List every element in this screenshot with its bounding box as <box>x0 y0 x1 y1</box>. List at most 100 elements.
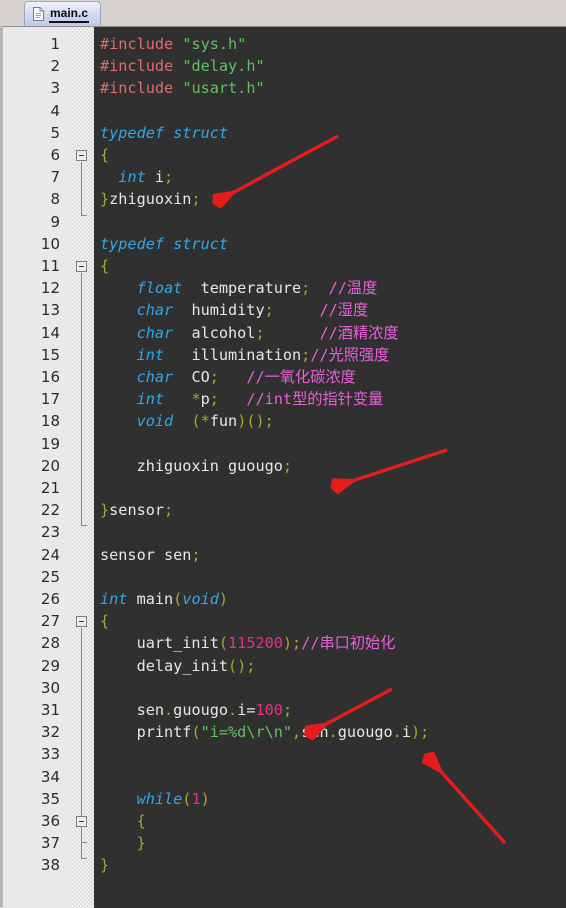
code-folding-column[interactable] <box>72 27 94 908</box>
line-number: 33 <box>40 745 60 764</box>
code-token: //酒精浓度 <box>319 323 399 342</box>
line-number: 28 <box>40 634 60 653</box>
code-line[interactable]: int i; <box>100 166 173 188</box>
code-line[interactable]: { <box>100 144 109 166</box>
code-token: } <box>100 190 110 209</box>
tab-main-c[interactable]: main.c <box>24 1 102 26</box>
code-line[interactable]: uart_init(115200);//串口初始化 <box>100 632 396 654</box>
fold-toggle-struct-zhiguoxin[interactable] <box>76 150 87 161</box>
code-line[interactable]: typedef struct <box>100 122 228 144</box>
fold-toggle-while-block[interactable] <box>76 816 87 827</box>
code-line[interactable]: char alcohol; //酒精浓度 <box>100 322 399 344</box>
code-line[interactable]: int main(void) <box>100 588 228 610</box>
line-number: 5 <box>50 123 60 142</box>
code-token: void <box>136 412 174 431</box>
tab-main-c-label: main.c <box>49 6 90 23</box>
code-token: CO <box>173 368 210 386</box>
code-line[interactable]: printf("i=%d\r\n",sen.guougo.i); <box>100 721 430 743</box>
code-line[interactable]: float temperature; //温度 <box>100 277 378 299</box>
line-number-gutter: 1 2 3 4 5 6 7 8 9 10 11 12 13 14 15 16 17 18 19 20 21 22 23 24 2… <box>0 27 72 908</box>
code-token: ; <box>255 323 265 342</box>
code-line[interactable]: void (*fun)(); <box>100 410 274 432</box>
code-line[interactable]: int illumination;//光照强度 <box>100 344 390 366</box>
code-token: ( <box>218 634 229 653</box>
code-token: //一氧化碳浓度 <box>246 368 356 386</box>
line-number: 24 <box>40 545 60 564</box>
code-line[interactable]: { <box>100 610 109 632</box>
code-line[interactable]: char humidity; //湿度 <box>100 299 369 321</box>
line-number: 31 <box>40 701 60 719</box>
code-token: zhiguoxin guougo <box>100 456 283 475</box>
code-line[interactable]: { <box>100 255 109 277</box>
code-token: zhiguoxin <box>109 190 192 209</box>
code-token: { <box>100 257 110 275</box>
fold-connector-line <box>81 273 82 526</box>
code-token: . <box>328 723 338 742</box>
code-token: #include <box>100 79 174 98</box>
code-token: ; <box>282 701 293 719</box>
code-token: "delay.h" <box>182 57 265 76</box>
code-token: 100 <box>255 701 283 719</box>
fold-toggle-main[interactable] <box>76 616 87 628</box>
code-token: ; <box>191 545 201 564</box>
code-token: . <box>392 723 402 742</box>
code-token: 115200 <box>228 634 283 653</box>
fold-end-marker <box>81 214 87 216</box>
code-text-area[interactable]: #include "sys.h" #include "delay.h" #inclu… <box>94 27 566 908</box>
code-line[interactable]: sen.guougo.i=100; <box>100 699 293 721</box>
code-line[interactable]: char CO; //一氧化碳浓度 <box>100 366 356 388</box>
code-token: printf <box>100 723 192 742</box>
code-token: (* <box>191 412 210 431</box>
line-number: 17 <box>40 390 60 409</box>
code-token: . <box>228 701 238 719</box>
code-line[interactable]: while(1) <box>100 788 210 810</box>
line-number: 14 <box>40 323 60 342</box>
code-line[interactable]: zhiguoxin guougo; <box>100 455 292 477</box>
line-number: 27 <box>40 612 60 631</box>
code-token: sensor sen <box>100 545 192 564</box>
code-token: ) <box>218 590 229 608</box>
code-line[interactable]: #include "delay.h" <box>100 55 265 77</box>
code-line[interactable]: { <box>100 810 146 832</box>
code-token: //光照强度 <box>310 345 390 364</box>
code-line[interactable]: delay_init(); <box>100 655 256 677</box>
code-token: . <box>164 701 174 719</box>
code-token: p <box>200 390 210 409</box>
code-line[interactable]: int *p; //int型的指针变量 <box>100 388 384 410</box>
line-number: 16 <box>40 368 60 386</box>
code-line[interactable]: }sensor; <box>100 499 173 521</box>
code-token: 1 <box>191 789 201 808</box>
code-line[interactable]: } <box>100 854 109 876</box>
code-token: //串口初始化 <box>301 634 396 653</box>
code-token: ) <box>200 789 210 808</box>
code-line[interactable]: } <box>100 832 146 854</box>
code-line[interactable]: }zhiguoxin; <box>100 188 201 210</box>
fold-toggle-struct-sensor[interactable] <box>76 261 87 272</box>
line-number: 11 <box>40 257 60 275</box>
code-line[interactable]: typedef struct <box>100 233 228 255</box>
code-token: ; <box>191 190 201 209</box>
code-token: fun <box>209 412 238 431</box>
line-number: 4 <box>50 101 60 120</box>
code-line[interactable]: #include "usart.h" <box>100 77 265 99</box>
code-token: int <box>118 168 146 187</box>
code-token: i <box>145 168 165 187</box>
code-token: humidity <box>173 301 265 320</box>
code-token: ( <box>191 723 201 742</box>
code-line[interactable]: sensor sen; <box>100 544 201 566</box>
code-token: //温度 <box>328 279 378 298</box>
code-token: } <box>100 501 110 520</box>
line-number: 29 <box>40 656 60 675</box>
code-line[interactable]: #include "sys.h" <box>100 33 246 55</box>
line-number: 18 <box>40 412 60 431</box>
code-token: "usart.h" <box>182 79 265 98</box>
code-editor[interactable]: 1 2 3 4 5 6 7 8 9 10 11 12 13 14 15 16 17 18 19 20 21 22 23 24 2… <box>0 26 566 908</box>
line-number: 2 <box>50 57 60 76</box>
